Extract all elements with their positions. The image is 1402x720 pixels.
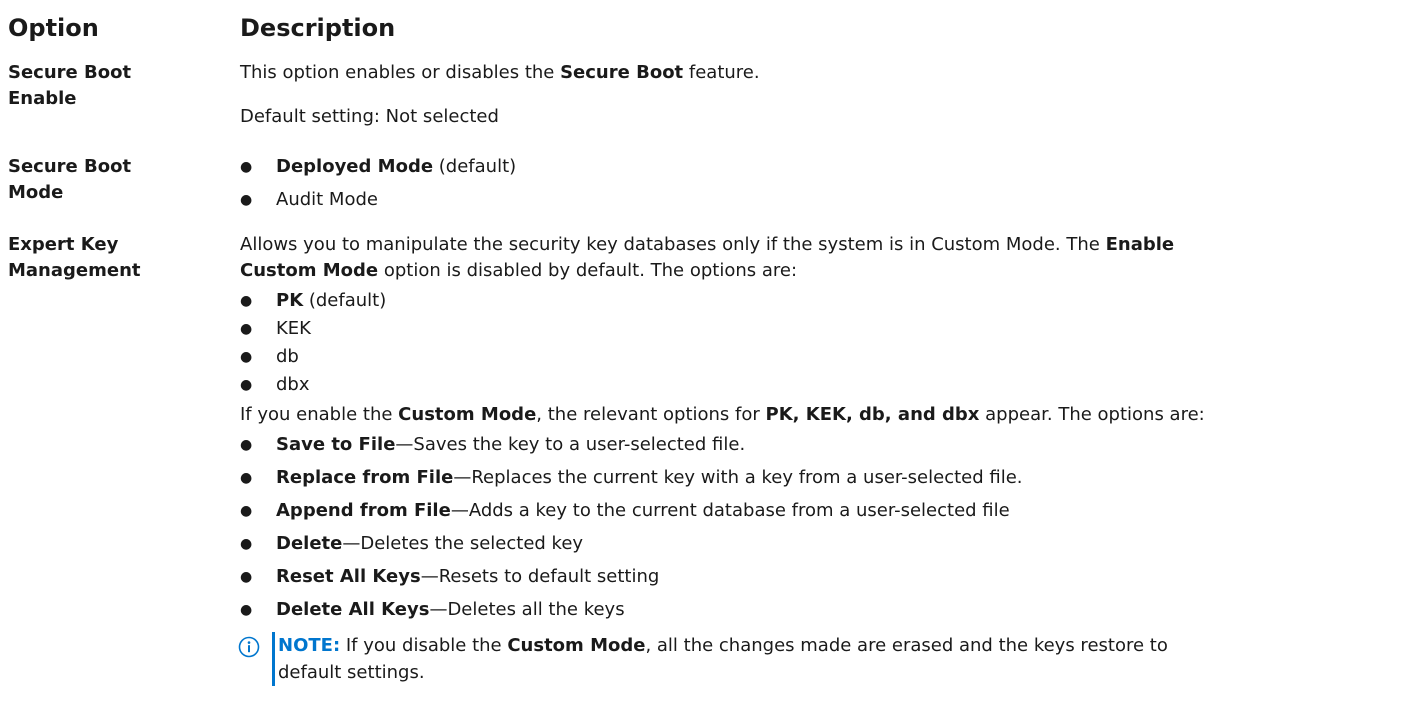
option-label-line: Secure Boot [8, 62, 132, 83]
bold-text: Reset All Keys [276, 566, 421, 587]
text-run: —Deletes all the keys [429, 599, 625, 620]
list-item: ● Reset All Keys—Resets to default settin… [240, 564, 659, 590]
option-label-line: Expert Key [8, 234, 119, 255]
list-item: ● db [240, 344, 299, 370]
list-item: ● Deployed Mode (default) [240, 154, 516, 180]
list-item: ● Replace from File—Replaces the current … [240, 465, 1023, 491]
option-label-line: Secure Boot [8, 156, 132, 177]
note-accent-bar [272, 632, 275, 686]
bold-text: Replace from File [276, 467, 454, 488]
bold-text: PK, KEK, db, and dbx [765, 404, 980, 425]
list-item: ● PK (default) [240, 288, 386, 314]
bullet-icon: ● [240, 159, 253, 175]
list-item: ● KEK [240, 316, 311, 342]
text-run: (default) [433, 156, 517, 177]
text-run: —Deletes the selected key [342, 533, 584, 554]
list-item: ● Delete—Deletes the selected key [240, 531, 583, 557]
text-run: Audit Mode [276, 189, 378, 210]
text-run: —Adds a key to the current database from… [450, 500, 1010, 521]
column-header-description: Description [240, 14, 396, 42]
list-item: ● Audit Mode [240, 187, 378, 213]
text-run: appear. The options are: [979, 404, 1205, 425]
bullet-icon: ● [240, 293, 253, 309]
bullet-icon: ● [240, 377, 253, 393]
text-run: If you enable the [240, 404, 399, 425]
bold-text: Deployed Mode [276, 156, 434, 177]
option-label-line: Management [8, 260, 141, 281]
bold-text: Enable [1105, 234, 1175, 255]
info-icon [238, 636, 260, 658]
bullet-icon: ● [240, 192, 253, 208]
column-header-option: Option [8, 14, 99, 42]
text-run: option is disabled by default. The optio… [378, 260, 798, 281]
text-run: KEK [276, 318, 311, 339]
option-label-expert-key-management: Expert Key Management [8, 232, 208, 284]
bold-text: Delete All Keys [276, 599, 430, 620]
bold-text: Delete [276, 533, 343, 554]
note-label: NOTE: [278, 635, 341, 656]
option-label-secure-boot-mode: Secure Boot Mode [8, 154, 208, 206]
bullet-icon: ● [240, 437, 253, 453]
bullet-icon: ● [240, 503, 253, 519]
bold-text: Secure Boot [560, 62, 684, 83]
text-run: Allows you to manipulate the security ke… [240, 234, 1106, 255]
text-run: —Saves the key to a user-selected file. [395, 434, 746, 455]
text-run: dbx [276, 374, 310, 395]
option-label-line: Mode [8, 182, 64, 203]
text-run: , the relevant options for [536, 404, 766, 425]
list-item: ● Delete All Keys—Deletes all the keys [240, 597, 625, 623]
default-setting-text: Default setting: Not selected [240, 106, 499, 127]
option-label-line: Enable [8, 88, 77, 109]
bold-text: PK [276, 290, 304, 311]
bold-text: Custom Mode [240, 260, 379, 281]
option-label-secure-boot-enable: Secure Boot Enable [8, 60, 208, 112]
bold-text: Custom Mode [507, 635, 646, 656]
bullet-icon: ● [240, 602, 253, 618]
text-run: (default) [303, 290, 387, 311]
bullet-icon: ● [240, 569, 253, 585]
text-run: db [276, 346, 299, 367]
intro-text-line: Custom Mode option is disabled by defaul… [240, 258, 797, 284]
text-run: This option enables or disables the [240, 62, 561, 83]
custom-mode-text: If you enable the Custom Mode, the relev… [240, 402, 1205, 428]
bold-text: Append from File [276, 500, 451, 521]
text-run: , all the changes made are erased and th… [645, 635, 1168, 656]
bullet-icon: ● [240, 470, 253, 486]
bold-text: Custom Mode [398, 404, 537, 425]
note-text: NOTE: If you disable the Custom Mode, al… [278, 632, 1358, 686]
note-line: default settings. [278, 662, 425, 683]
text-run: If you disable the [340, 635, 508, 656]
bullet-icon: ● [240, 536, 253, 552]
list-item: ● dbx [240, 372, 310, 398]
list-item: ● Append from File—Adds a key to the curr… [240, 498, 1010, 524]
intro-text-line: Allows you to manipulate the security ke… [240, 232, 1174, 258]
text-run: —Resets to default setting [420, 566, 660, 587]
text-run: —Replaces the current key with a key fro… [453, 467, 1023, 488]
text-run: feature. [683, 62, 760, 83]
bullet-icon: ● [240, 321, 253, 337]
bold-text: Save to File [276, 434, 396, 455]
note-line: NOTE: If you disable the Custom Mode, al… [278, 632, 1358, 659]
document-page: Option Description Secure Boot Enable Th… [0, 0, 1402, 720]
option-description: This option enables or disables the Secu… [240, 60, 760, 86]
bullet-icon: ● [240, 349, 253, 365]
list-item: ● Save to File—Saves the key to a user-se… [240, 432, 745, 458]
